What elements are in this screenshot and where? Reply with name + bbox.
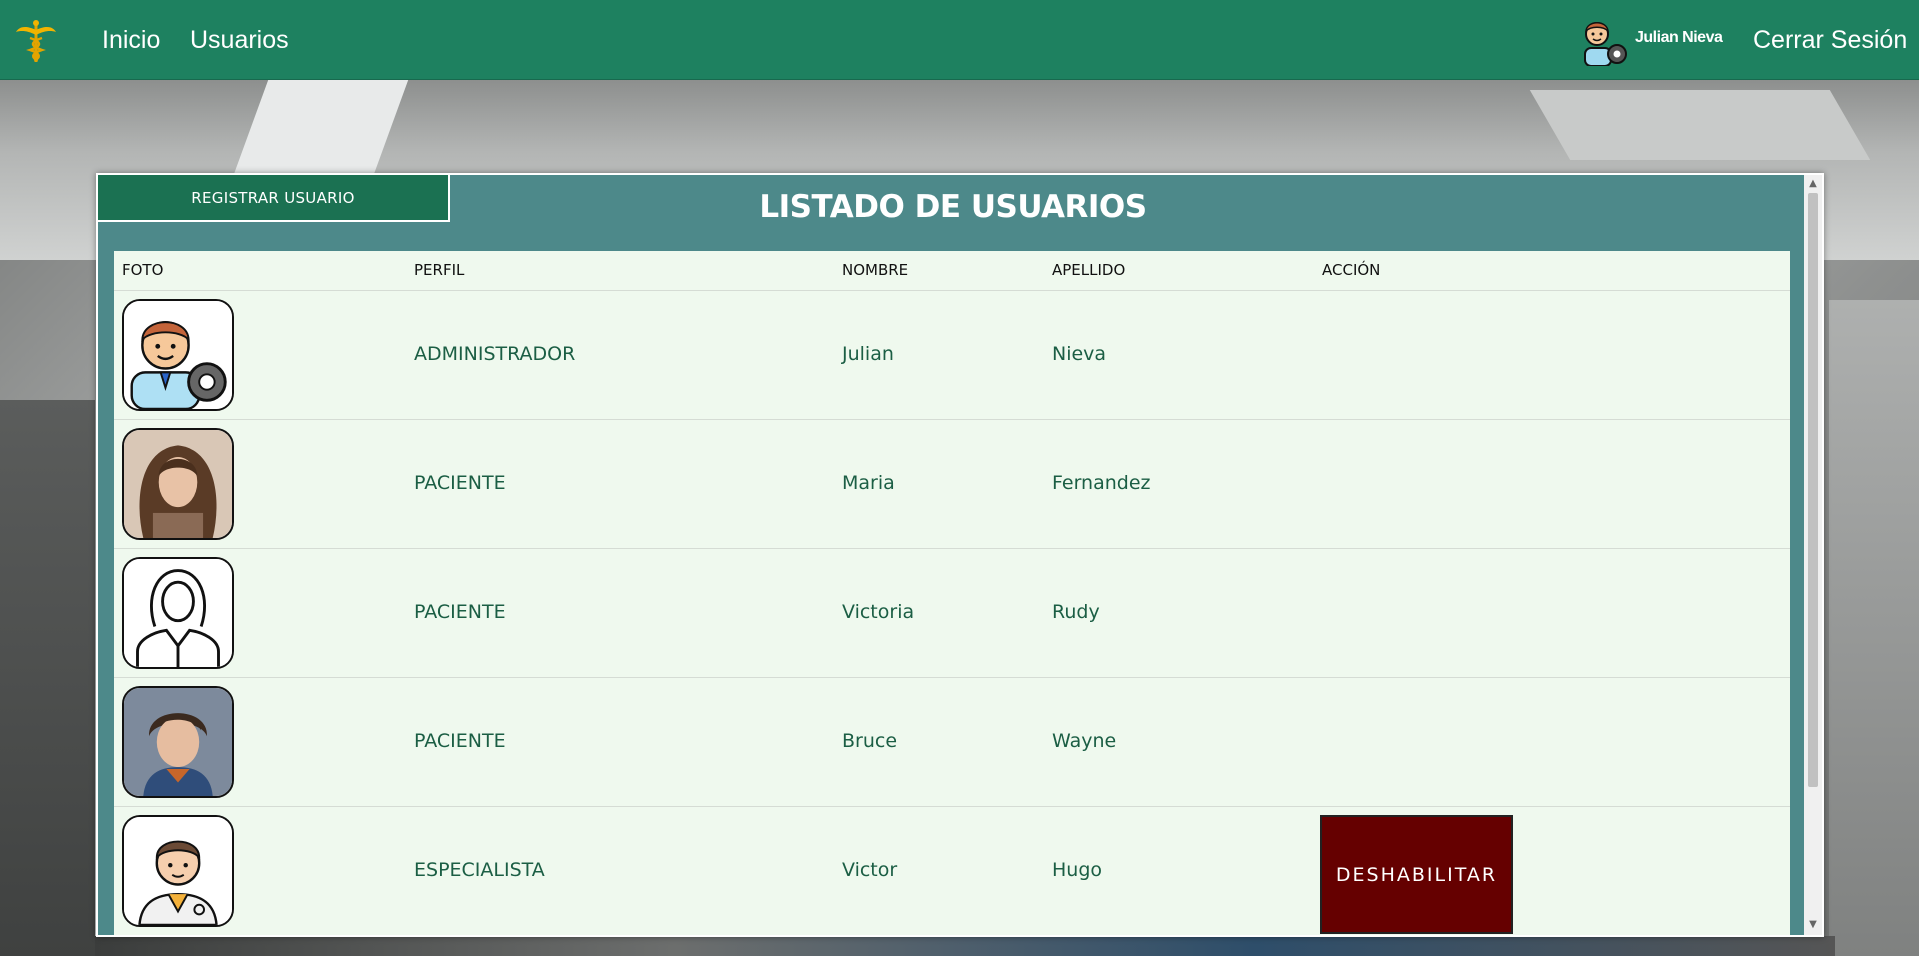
table-row: PACIENTE Victoria Rudy bbox=[114, 549, 1790, 678]
admin-avatar-icon bbox=[122, 299, 234, 411]
woman-outline-icon bbox=[122, 557, 234, 669]
column-header-apellido: APELLIDO bbox=[1052, 261, 1126, 279]
woman-photo bbox=[122, 428, 234, 540]
users-panel: REGISTRAR USUARIO LISTADO DE USUARIOS FO… bbox=[96, 173, 1824, 937]
cell-nombre: Victoria bbox=[842, 601, 915, 623]
cell-apellido: Wayne bbox=[1052, 730, 1117, 752]
cell-apellido: Hugo bbox=[1052, 859, 1103, 881]
users-table: FOTO PERFIL NOMBRE APELLIDO ACCIÓN ADMIN… bbox=[114, 251, 1790, 935]
disable-user-button[interactable]: DESHABILITAR bbox=[1320, 815, 1513, 934]
cell-perfil: ADMINISTRADOR bbox=[414, 343, 576, 365]
cell-apellido: Fernandez bbox=[1052, 472, 1151, 494]
doctor-avatar-icon bbox=[122, 815, 234, 927]
cell-nombre: Maria bbox=[842, 472, 895, 494]
admin-avatar-icon bbox=[1584, 22, 1627, 66]
cell-perfil: PACIENTE bbox=[414, 601, 506, 623]
current-user-name: Julian Nieva bbox=[1635, 29, 1723, 46]
cell-apellido: Nieva bbox=[1052, 343, 1107, 365]
column-header-accion: ACCIÓN bbox=[1322, 261, 1381, 279]
scroll-up-arrow-icon[interactable]: ▲ bbox=[1807, 178, 1819, 190]
scroll-down-arrow-icon[interactable]: ▼ bbox=[1807, 919, 1819, 931]
page-title: LISTADO DE USUARIOS bbox=[759, 189, 1147, 225]
caduceus-logo-icon[interactable] bbox=[14, 18, 58, 64]
table-row: ADMINISTRADOR Julian Nieva bbox=[114, 291, 1790, 420]
nav-link-inicio[interactable]: Inicio bbox=[102, 26, 160, 55]
table-row: PACIENTE Maria Fernandez bbox=[114, 420, 1790, 549]
cell-nombre: Victor bbox=[842, 859, 898, 881]
column-header-nombre: NOMBRE bbox=[842, 261, 909, 279]
cell-nombre: Bruce bbox=[842, 730, 898, 752]
navbar: Inicio Usuarios Julian Nieva Cerrar Sesi… bbox=[0, 0, 1919, 80]
column-header-perfil: PERFIL bbox=[414, 261, 465, 279]
cell-nombre: Julian bbox=[842, 343, 894, 365]
table-header: FOTO PERFIL NOMBRE APELLIDO ACCIÓN bbox=[114, 251, 1790, 291]
cell-apellido: Rudy bbox=[1052, 601, 1100, 623]
cell-perfil: PACIENTE bbox=[414, 730, 506, 752]
nav-link-usuarios[interactable]: Usuarios bbox=[190, 26, 289, 55]
panel-scrollbar[interactable]: ▲ ▼ bbox=[1804, 175, 1822, 935]
man-photo bbox=[122, 686, 234, 798]
logout-link[interactable]: Cerrar Sesión bbox=[1753, 26, 1907, 55]
cell-perfil: PACIENTE bbox=[414, 472, 506, 494]
table-row: ESPECIALISTA Victor Hugo DESHABILITAR bbox=[114, 807, 1790, 935]
table-row: PACIENTE Bruce Wayne bbox=[114, 678, 1790, 807]
column-header-foto: FOTO bbox=[122, 261, 164, 279]
cell-perfil: ESPECIALISTA bbox=[414, 859, 545, 881]
scroll-thumb[interactable] bbox=[1808, 193, 1818, 787]
